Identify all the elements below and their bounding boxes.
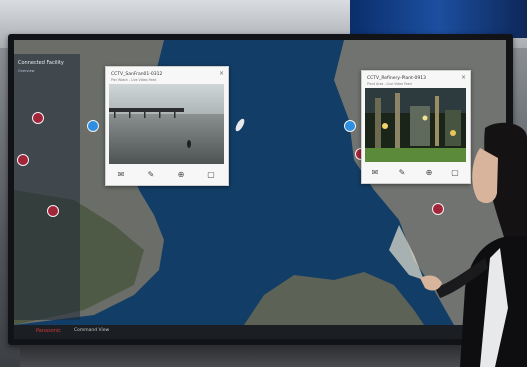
presenter (420, 122, 527, 367)
panel-subtitle: Overview (18, 69, 35, 73)
status-text: Command View (74, 328, 110, 333)
panel-title: Connected Facility (18, 60, 64, 66)
background-screen (350, 0, 527, 38)
camera-marker[interactable] (47, 205, 59, 217)
popup-title: CCTV_Refinery-Plant-0913 (367, 76, 426, 81)
close-icon[interactable]: × (219, 70, 224, 77)
info-icon[interactable]: ▢ (204, 170, 218, 179)
popup-title: CCTV_SanFran01-0312 (111, 72, 163, 77)
popup-subtitle: Pier Watch - Live Video Feed (111, 78, 157, 82)
camera-marker-selected[interactable] (344, 120, 356, 132)
camera-marker[interactable] (17, 154, 29, 166)
camera-popup-pier[interactable]: CCTV_SanFran01-0312 Pier Watch - Live Vi… (105, 66, 229, 186)
mail-icon[interactable]: ✉ (114, 170, 128, 179)
edit-icon[interactable]: ✎ (144, 170, 158, 179)
popup-subtitle: Plant Area - Live Video Feed (367, 82, 412, 86)
side-panel: Connected Facility Overview (14, 54, 80, 320)
pier-video-feed (109, 84, 224, 164)
target-icon[interactable]: ⊕ (174, 170, 188, 179)
camera-marker[interactable] (32, 112, 44, 124)
brand-label: Panasonic (36, 328, 62, 334)
close-icon[interactable]: × (461, 74, 466, 81)
camera-marker-selected[interactable] (87, 120, 99, 132)
mail-icon[interactable]: ✉ (368, 168, 382, 177)
